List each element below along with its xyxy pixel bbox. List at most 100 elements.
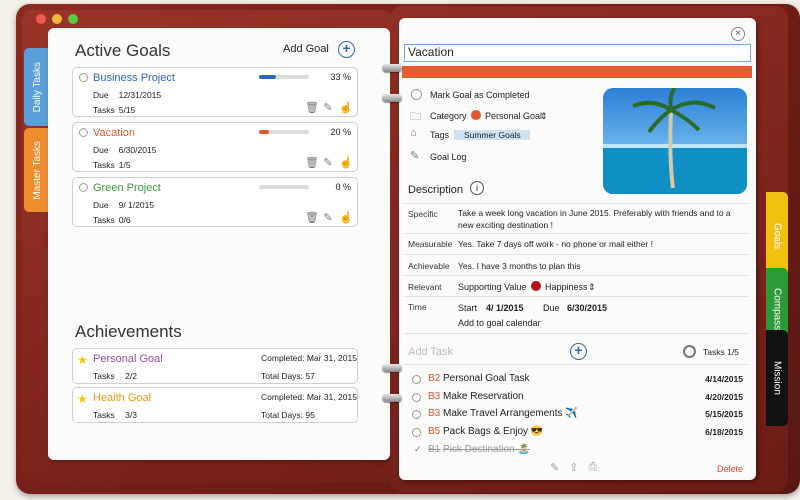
goal-complete-radio[interactable]	[79, 73, 88, 82]
tab-compass-label: Compass	[771, 287, 783, 331]
divider	[404, 203, 749, 204]
print-icon[interactable]: ⎙	[588, 461, 597, 474]
trash-icon[interactable]: 🗑	[305, 102, 319, 114]
tab-mission-label: Mission	[771, 361, 783, 395]
goal-due-date: 9/ 1/2015	[118, 200, 155, 210]
achievement-name[interactable]: Personal Goal	[93, 353, 163, 365]
divider	[404, 364, 749, 365]
tasks-count: Tasks 1/5	[703, 347, 739, 357]
tab-master-tasks[interactable]: Master Tasks	[24, 128, 50, 212]
add-to-calendar-link[interactable]: Add to goal calendar	[458, 318, 541, 328]
tag-chip[interactable]: Summer Goals	[454, 130, 530, 140]
tab-goals-label: Goals	[771, 222, 783, 250]
goal-complete-radio[interactable]	[79, 183, 88, 192]
due-date[interactable]: 6/30/2015	[567, 303, 607, 313]
task-complete-radio[interactable]	[412, 428, 421, 437]
star-icon: ★	[77, 392, 88, 406]
pencil-icon[interactable]: ✎	[322, 212, 334, 224]
goal-card[interactable]: Business Project Due 12/31/2015 Tasks 5/15…	[72, 67, 358, 117]
task-row[interactable]: B2 Personal Goal Task 4/14/2015	[412, 373, 747, 387]
zoom-window-button[interactable]	[68, 14, 78, 24]
chevron-updown-icon[interactable]: ⇕	[588, 282, 596, 293]
measurable-value[interactable]: Yes. Take 7 days off work - no phone or …	[458, 238, 743, 250]
goal-actions: 🗑 ✎ ☝	[305, 212, 353, 224]
pencil-icon[interactable]: ✎	[322, 102, 334, 114]
active-goals-title: Active Goals	[75, 41, 171, 60]
goal-progress-bar	[259, 130, 309, 134]
goal-name[interactable]: Business Project	[93, 72, 175, 84]
goal-tasks-label: Tasks	[93, 105, 115, 115]
goal-name[interactable]: Vacation	[93, 127, 135, 139]
hand-icon[interactable]: ☝	[339, 212, 353, 224]
trash-icon[interactable]: 🗑	[305, 212, 319, 224]
goal-tasks: Tasks 1/5	[93, 160, 131, 170]
trash-icon[interactable]: 🗑	[305, 157, 319, 169]
achievement-name[interactable]: Health Goal	[93, 392, 151, 404]
goal-due-label: Due	[93, 200, 109, 210]
task-row[interactable]: ✓ B1 Pick Destination 🏝️	[412, 444, 747, 458]
checkmark-icon[interactable]: ✓	[414, 444, 422, 455]
goal-card[interactable]: Vacation Due 6/30/2015 Tasks 1/5 20 % 🗑 ✎ …	[72, 122, 358, 172]
achievement-card[interactable]: ★ Health Goal Tasks 3/3 Completed: Mar 3…	[72, 387, 358, 423]
task-complete-radio[interactable]	[412, 410, 421, 419]
tab-mission[interactable]: Mission	[766, 330, 788, 426]
delete-button[interactable]: Delete	[717, 464, 743, 474]
info-icon[interactable]: i	[470, 181, 484, 195]
goal-card[interactable]: Green Project Due 9/ 1/2015 Tasks 0/6 0 % …	[72, 177, 358, 227]
task-name[interactable]: Personal Goal Task	[443, 373, 530, 384]
hand-icon[interactable]: ☝	[339, 157, 353, 169]
category-select[interactable]: Personal Goal	[485, 111, 542, 121]
divider	[404, 333, 749, 334]
supporting-value-label: Supporting Value	[458, 282, 527, 292]
task-date: 5/15/2015	[705, 409, 743, 419]
hand-icon[interactable]: ☝	[339, 102, 353, 114]
add-goal-label[interactable]: Add Goal	[283, 43, 329, 55]
tab-goals[interactable]: Goals	[766, 192, 788, 280]
add-task-label[interactable]: Add Task	[408, 346, 453, 358]
achievement-tasks-label: Tasks	[93, 410, 115, 420]
task-name[interactable]: Make Reservation	[443, 391, 524, 402]
edit-icon[interactable]: ✎	[550, 461, 559, 474]
task-complete-radio[interactable]	[412, 393, 421, 402]
achievement-card[interactable]: ★ Personal Goal Tasks 2/2 Completed: Mar…	[72, 348, 358, 384]
goal-complete-radio[interactable]	[79, 128, 88, 137]
chevron-updown-icon[interactable]: ⇕	[540, 111, 548, 122]
achievement-tasks-count: 2/2	[125, 371, 137, 381]
goal-name[interactable]: Green Project	[93, 182, 161, 194]
binder-ring	[382, 364, 402, 372]
task-row[interactable]: B5 Pack Bags & Enjoy 😎 6/18/2015	[412, 426, 747, 440]
close-icon[interactable]: ×	[731, 27, 745, 41]
binder-ring	[382, 64, 402, 72]
share-icon[interactable]: ⇪	[569, 461, 578, 474]
achievable-value[interactable]: Yes. I have 3 months to plan this	[458, 260, 743, 272]
goal-due-date: 12/31/2015	[118, 90, 162, 100]
goal-due-label: Due	[93, 145, 109, 155]
add-goal-button[interactable]: +	[338, 41, 355, 58]
goal-percent: 20 %	[330, 127, 351, 137]
goal-photo[interactable]	[603, 88, 747, 194]
tab-daily-tasks[interactable]: Daily Tasks	[24, 48, 50, 126]
add-task-button[interactable]: +	[570, 343, 587, 360]
goal-due-label: Due	[93, 90, 109, 100]
task-row[interactable]: B3 Make Reservation 4/20/2015	[412, 391, 747, 405]
tags-label: Tags	[430, 130, 450, 140]
task-name[interactable]: Make Travel Arrangements ✈️	[443, 408, 578, 419]
pencil-icon[interactable]: ✎	[322, 157, 334, 169]
mark-completed-radio[interactable]	[411, 89, 422, 100]
specific-value[interactable]: Take a week long vacation in June 2015. …	[458, 207, 743, 231]
divider	[404, 296, 749, 297]
goal-due-date: 6/30/2015	[118, 145, 157, 155]
supporting-value-select[interactable]: Happiness	[545, 282, 588, 292]
start-date[interactable]: 4/ 1/2015	[486, 303, 524, 313]
task-name[interactable]: Pack Bags & Enjoy 😎	[443, 426, 543, 437]
close-window-button[interactable]	[36, 14, 46, 24]
task-row[interactable]: B3 Make Travel Arrangements ✈️ 5/15/2015	[412, 408, 747, 422]
task-name[interactable]: Pick Destination 🏝️	[443, 444, 530, 455]
goal-log-link[interactable]: Goal Log	[430, 152, 467, 162]
goal-title-input[interactable]: Vacation	[404, 44, 751, 62]
tab-master-tasks-label: Master Tasks	[31, 140, 43, 200]
task-complete-radio[interactable]	[412, 375, 421, 384]
goal-percent: 0 %	[335, 182, 351, 192]
minimize-window-button[interactable]	[52, 14, 62, 24]
achievable-label: Achievable	[408, 261, 450, 271]
